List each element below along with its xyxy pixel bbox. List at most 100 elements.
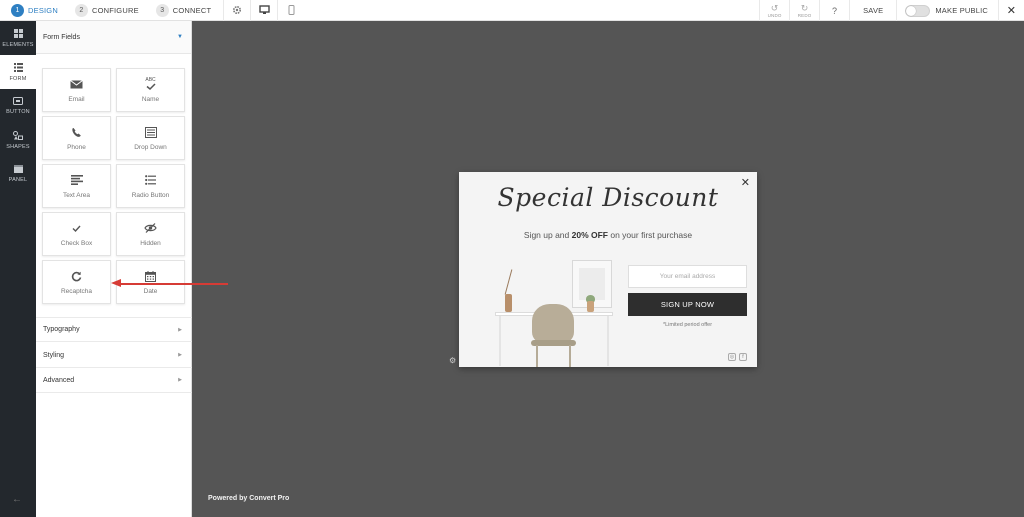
- step-connect[interactable]: 3 CONNECT: [145, 0, 217, 21]
- social-icons: ◎ f: [728, 353, 747, 361]
- powered-by-text: Powered by Convert Pro: [208, 495, 290, 502]
- field-label: Check Box: [60, 240, 93, 247]
- undo-button[interactable]: ↺ UNDO: [759, 0, 789, 21]
- step-label: CONNECT: [172, 5, 212, 15]
- popup-title[interactable]: Special Discount: [459, 183, 757, 212]
- gear-icon[interactable]: ⚙: [449, 356, 456, 365]
- undo-icon: ↺: [770, 2, 779, 13]
- facebook-icon[interactable]: f: [739, 353, 747, 361]
- tab-label: BUTTON: [6, 109, 30, 115]
- subtitle-text: on your first purchase: [608, 230, 693, 240]
- tab-shapes[interactable]: SHAPES: [0, 123, 36, 157]
- field-label: Recaptcha: [60, 288, 93, 295]
- tab-form[interactable]: FORM: [0, 55, 36, 89]
- tab-elements[interactable]: ELEMENTS: [0, 21, 36, 55]
- grid-icon: [13, 28, 23, 40]
- field-label: Drop Down: [134, 144, 167, 151]
- panel-icon: [13, 165, 23, 175]
- field-label: Phone: [67, 144, 86, 151]
- subtitle-discount: 20% OFF: [571, 230, 608, 240]
- field-label: Hidden: [140, 240, 161, 247]
- email-input[interactable]: Your email address: [628, 265, 747, 288]
- section-styling[interactable]: Styling ▶: [36, 343, 192, 368]
- vase: [505, 294, 512, 312]
- step-number: 2: [74, 3, 88, 17]
- textarea-icon: [70, 173, 83, 187]
- field-email[interactable]: Email: [42, 68, 111, 112]
- abc-check-icon: ABC: [145, 77, 156, 91]
- tab-panel[interactable]: PANEL: [0, 157, 36, 191]
- chair-leg: [536, 345, 538, 367]
- section-typography[interactable]: Typography ▶: [36, 317, 192, 342]
- plant-pot: [587, 301, 594, 312]
- field-phone[interactable]: Phone: [42, 116, 111, 160]
- checkmark-icon: [72, 221, 81, 235]
- tab-rail: ELEMENTS FORM BUTTON SHAPES PANEL ←: [0, 21, 36, 517]
- chair-back: [532, 304, 574, 344]
- tab-label: FORM: [9, 75, 27, 82]
- step-configure[interactable]: 2 CONFIGURE: [64, 0, 145, 21]
- field-drop-down[interactable]: Drop Down: [116, 116, 185, 160]
- field-text-area[interactable]: Text Area: [42, 164, 111, 208]
- step-number: 1: [11, 3, 24, 17]
- step-design[interactable]: 1 DESIGN: [0, 0, 64, 21]
- gear-icon[interactable]: [223, 0, 250, 21]
- desk-chair-image: [487, 257, 627, 367]
- field-recaptcha[interactable]: Recaptcha: [42, 260, 111, 304]
- popup-preview[interactable]: ✕ Special Discount Sign up and 20% OFF o…: [459, 172, 757, 367]
- toggle-switch[interactable]: [905, 4, 931, 17]
- phone-icon: [71, 125, 82, 139]
- help-button[interactable]: ?: [819, 0, 849, 21]
- sign-up-button[interactable]: SIGN UP NOW: [628, 293, 747, 316]
- popup-subtitle[interactable]: Sign up and 20% OFF on your first purcha…: [459, 230, 757, 240]
- mobile-icon[interactable]: [277, 0, 304, 21]
- redo-button[interactable]: ↻ REDO: [789, 0, 819, 21]
- step-label: DESIGN: [28, 5, 58, 15]
- field-label: Date: [143, 288, 158, 295]
- radio-list-icon: [145, 173, 156, 187]
- redo-icon: ↻: [800, 2, 809, 13]
- section-label: Styling: [43, 351, 65, 359]
- section-advanced[interactable]: Advanced ▶: [36, 368, 192, 393]
- button-icon: [13, 97, 23, 107]
- undo-label: UNDO: [767, 12, 782, 18]
- step-number: 3: [155, 3, 169, 17]
- chair-leg: [569, 345, 571, 367]
- save-button[interactable]: SAVE: [849, 0, 896, 21]
- shapes-icon: [13, 130, 23, 142]
- dropdown-list-icon: [144, 125, 157, 139]
- list-icon: [13, 62, 23, 74]
- desk-leg: [499, 316, 501, 366]
- panel-title: Form Fields: [43, 33, 80, 41]
- arrow-left-icon[interactable]: ←: [12, 494, 22, 505]
- field-label: Name: [141, 96, 160, 103]
- field-label: Email: [68, 96, 85, 103]
- make-public-label: MAKE PUBLIC: [935, 6, 988, 15]
- field-check-box[interactable]: Check Box: [42, 212, 111, 256]
- field-hidden[interactable]: Hidden: [116, 212, 185, 256]
- instagram-icon[interactable]: ◎: [728, 353, 736, 361]
- tab-label: SHAPES: [6, 143, 30, 150]
- caret-right-icon: ▶: [178, 326, 182, 333]
- top-toolbar: 1 DESIGN 2 CONFIGURE 3 CONNECT ↺ UNDO ↻ …: [0, 0, 1024, 21]
- vase-branch: [504, 269, 513, 295]
- refresh-icon: [71, 269, 82, 283]
- tab-button[interactable]: BUTTON: [0, 89, 36, 123]
- subtitle-text: Sign up and: [523, 230, 572, 240]
- field-label: Text Area: [62, 192, 91, 199]
- calendar-icon: [145, 269, 156, 283]
- limited-offer-note[interactable]: *Limited period offer: [628, 322, 747, 328]
- form-fields-grid: Email ABC Name Phone Drop Down Text Area…: [42, 68, 185, 304]
- field-radio-button[interactable]: Radio Button: [116, 164, 185, 208]
- tab-label: PANEL: [8, 177, 28, 183]
- close-editor-button[interactable]: ✕: [998, 0, 1024, 21]
- tab-label: ELEMENTS: [2, 41, 34, 48]
- desktop-icon[interactable]: [250, 0, 277, 21]
- field-name[interactable]: ABC Name: [116, 68, 185, 112]
- annotation-arrow-line: [120, 282, 228, 285]
- caret-right-icon: ▶: [178, 377, 182, 383]
- caret-down-icon: ▼: [177, 34, 183, 40]
- caret-right-icon: ▶: [178, 352, 182, 358]
- make-public-toggle[interactable]: MAKE PUBLIC: [896, 0, 998, 21]
- panel-header-form-fields[interactable]: Form Fields ▼: [36, 21, 191, 54]
